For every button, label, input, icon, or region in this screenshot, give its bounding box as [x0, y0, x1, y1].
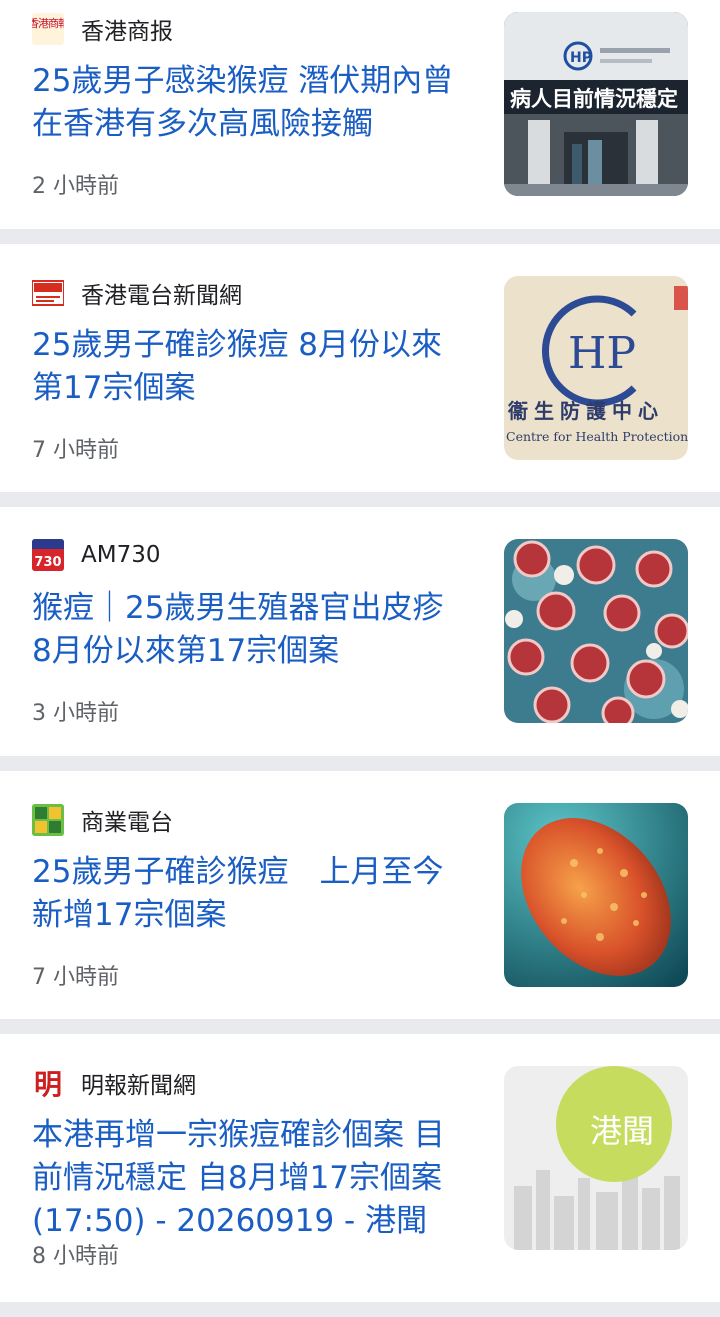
card-divider	[0, 1019, 720, 1034]
article-thumbnail[interactable]: 港聞	[504, 1066, 688, 1250]
card-divider	[0, 492, 720, 507]
headline-link[interactable]: 25歲男子感染猴痘 潛伏期內曾在香港有多次高風險接觸	[32, 60, 470, 146]
source-name: 商業電台	[81, 810, 173, 836]
sign-text: 病人目前情況穩定	[510, 87, 678, 111]
timestamp: 3 小時前	[32, 701, 119, 726]
source-name: 香港電台新聞網	[81, 283, 242, 309]
article-thumbnail[interactable]: HP 衞生防護中心 Centre for Health Protection	[504, 276, 688, 460]
article-thumbnail[interactable]	[504, 803, 688, 987]
source-name: 香港商报	[81, 19, 173, 45]
article-thumbnail[interactable]	[504, 539, 688, 723]
news-source: 香港商報 香港商报	[32, 12, 173, 46]
news-card[interactable]: 商業電台 25歲男子確診猴痘 上月至今新增17宗個案 7 小時前	[0, 771, 720, 1019]
news-card[interactable]: 明 明報新聞網 本港再增一宗猴痘確診個案 目前情況穩定 自8月增17宗個案 (1…	[0, 1034, 720, 1302]
hkcd-logo-icon: 香港商報	[32, 13, 64, 45]
headline-link[interactable]: 25歲男子確診猴痘 8月份以來第17宗個案	[32, 324, 470, 410]
mingpao-logo-text: 明	[34, 1068, 62, 1099]
news-feed: 香港商報 香港商报 25歲男子感染猴痘 潛伏期內曾在香港有多次高風險接觸 2 小…	[0, 0, 720, 1317]
hkcd-logo-text: 香港商報	[32, 16, 64, 30]
am730-logo-text: 730	[34, 555, 61, 570]
crhk-logo-icon	[32, 804, 64, 836]
mingpao-logo-icon: 明	[32, 1067, 64, 1099]
card-divider	[0, 1302, 720, 1317]
timestamp: 2 小時前	[32, 174, 119, 199]
news-card[interactable]: 730 AM730 猴痘｜25歲男生殖器官出皮疹 8月份以來第17宗個案 3 小…	[0, 507, 720, 756]
am730-logo-icon: 730	[32, 539, 64, 571]
timestamp: 7 小時前	[32, 965, 119, 990]
timestamp: 8 小時前	[32, 1244, 119, 1269]
chp-logo-text: HP	[568, 328, 636, 379]
section-label: 港聞	[590, 1112, 654, 1150]
headline-link[interactable]: 25歲男子確診猴痘 上月至今新增17宗個案	[32, 851, 470, 937]
chp-sign-english: Centre for Health Protection	[506, 429, 688, 444]
article-thumbnail[interactable]: 病人目前情況穩定 HP	[504, 12, 688, 196]
source-name: AM730	[81, 542, 161, 568]
card-divider	[0, 229, 720, 244]
news-source: 商業電台	[32, 803, 173, 837]
card-divider	[0, 756, 720, 771]
news-source: 香港電台新聞網	[32, 276, 242, 310]
source-name: 明報新聞網	[81, 1073, 196, 1099]
rthk-logo-icon	[32, 277, 64, 309]
headline-link[interactable]: 本港再增一宗猴痘確診個案 目前情況穩定 自8月增17宗個案 (17:50) - …	[32, 1114, 470, 1243]
news-card[interactable]: 香港電台新聞網 25歲男子確診猴痘 8月份以來第17宗個案 7 小時前 HP 衞…	[0, 244, 720, 492]
news-card[interactable]: 香港商報 香港商报 25歲男子感染猴痘 潛伏期內曾在香港有多次高風險接觸 2 小…	[0, 0, 720, 229]
chp-logo-text: HP	[570, 50, 592, 66]
news-source: 730 AM730	[32, 539, 160, 571]
news-source: 明 明報新聞網	[32, 1066, 196, 1100]
chp-sign-chinese: 衞生防護中心	[507, 399, 664, 423]
timestamp: 7 小時前	[32, 438, 119, 463]
headline-link[interactable]: 猴痘｜25歲男生殖器官出皮疹 8月份以來第17宗個案	[32, 587, 470, 673]
